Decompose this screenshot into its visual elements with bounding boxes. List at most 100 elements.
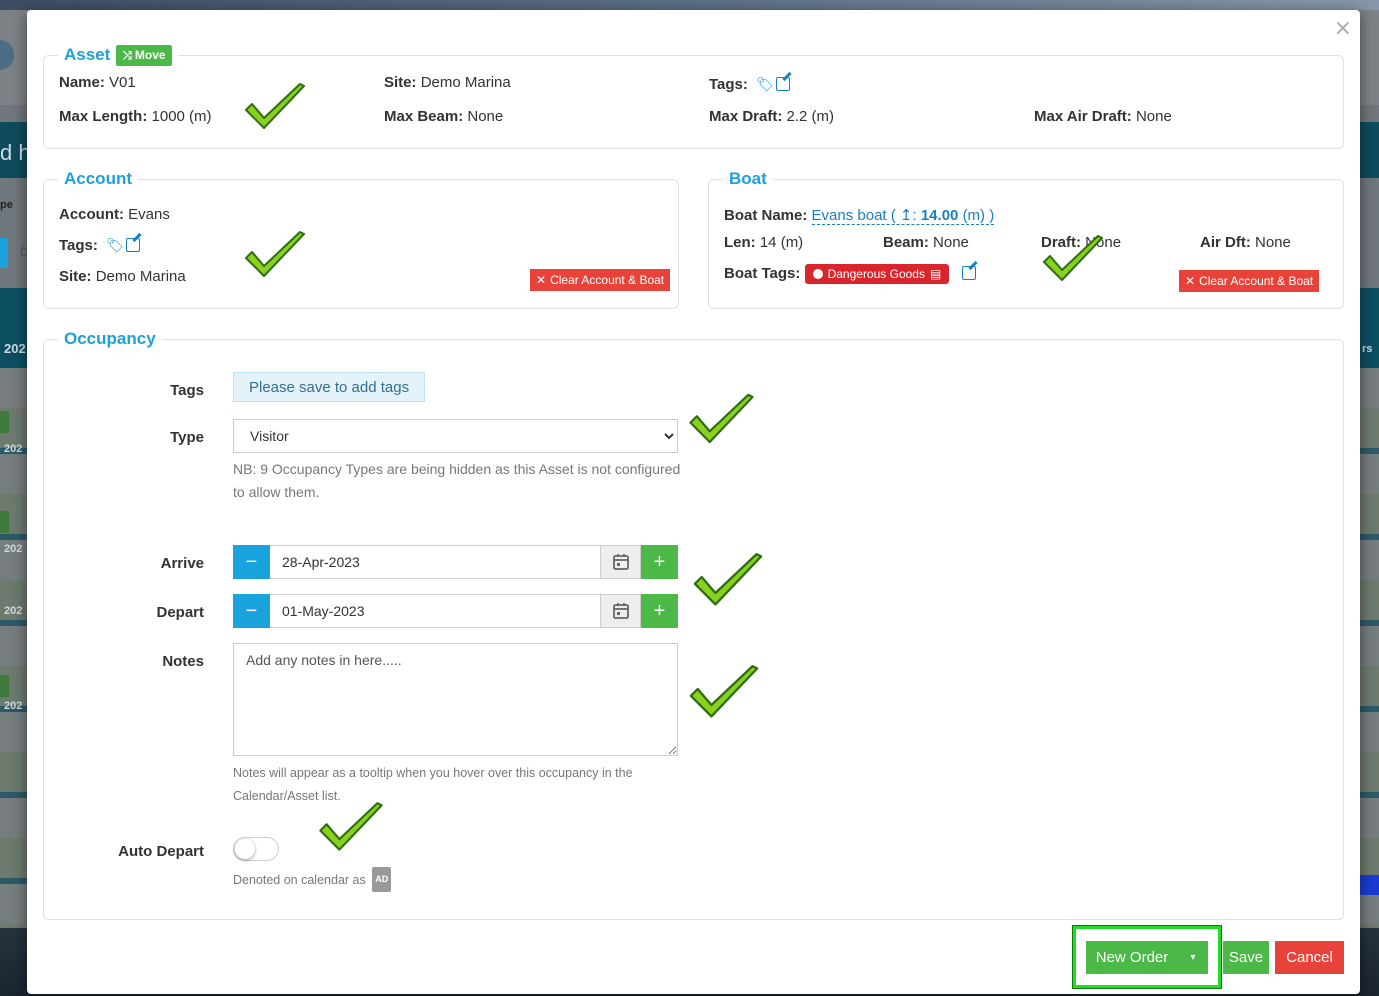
asset-site: Site: Demo Marina <box>384 74 511 91</box>
account-title: Account <box>64 169 132 188</box>
boat-len-value: 14 (m) <box>759 234 804 251</box>
account-panel: Account Account: Evans Tags: 🏷 Site: Dem… <box>43 167 679 309</box>
close-button[interactable]: × <box>1334 16 1352 41</box>
asset-title: Asset <box>64 45 111 64</box>
boat-beam-label: Beam: <box>883 234 929 251</box>
account-legend: Account <box>58 167 138 191</box>
type-select[interactable]: Visitor <box>233 419 678 453</box>
asset-max-length: Max Length: 1000 (m) <box>59 108 212 125</box>
boat-air-draft: Air Dft: None <box>1200 234 1291 251</box>
asset-max-beam: Max Beam: None <box>384 108 503 125</box>
tag-icon[interactable]: 🏷 <box>756 76 774 93</box>
auto-depart-toggle[interactable] <box>233 837 279 861</box>
background-blue-marker <box>1360 875 1379 895</box>
occupancy-modal: × Asset ⤨ Move Name: V01 Site: Demo Mari… <box>27 10 1360 994</box>
close-icon: ✕ <box>1185 274 1196 288</box>
asset-legend: Asset ⤨ Move <box>58 43 178 67</box>
auto-depart-help-text: Denoted on calendar as <box>233 873 366 887</box>
account-value: Evans <box>128 206 170 223</box>
clear-account-boat-label: Clear Account & Boat <box>550 273 665 287</box>
type-note: NB: 9 Occupancy Types are being hidden a… <box>233 461 681 500</box>
max-air-draft-value: None <box>1135 108 1172 125</box>
max-beam-value: None <box>467 108 504 125</box>
close-icon: ✕ <box>536 273 547 287</box>
account-label: Account: <box>59 206 124 223</box>
background-button-fragment <box>0 238 8 268</box>
save-button[interactable]: Save <box>1223 941 1269 974</box>
background-booking-marker <box>0 511 9 533</box>
cancel-button[interactable]: Cancel <box>1275 941 1344 974</box>
boat-name-value: Evans boat ( <box>811 207 896 224</box>
tag-icon[interactable]: 🏷 <box>106 237 124 254</box>
arrive-decrement-button[interactable]: − <box>233 545 270 579</box>
arrive-date-group: − + <box>233 545 678 579</box>
background-booking-marker <box>0 411 9 433</box>
boat-len-label: Len: <box>724 234 756 251</box>
boat-length-unit: (m) ) <box>962 207 995 224</box>
move-button[interactable]: ⤨ Move <box>116 44 172 66</box>
new-order-button[interactable]: New Order <box>1086 941 1178 974</box>
asset-name-value: V01 <box>109 74 136 91</box>
boat-air-draft-label: Air Dft: <box>1200 234 1251 251</box>
background-text-fragment: pe <box>0 199 13 211</box>
occupancy-title: Occupancy <box>64 329 156 348</box>
background-year-fragment: 202 <box>4 543 23 555</box>
document-icon: ▤ <box>929 267 942 281</box>
calendar-icon[interactable] <box>601 545 641 579</box>
depart-date-input[interactable] <box>270 594 601 628</box>
max-air-draft-label: Max Air Draft: <box>1034 108 1132 125</box>
boat-legend: Boat <box>723 167 773 191</box>
asset-tags-label: Tags: <box>709 76 748 93</box>
new-order-split-button: New Order ▾ <box>1086 941 1208 974</box>
max-draft-value: 2.2 (m) <box>786 108 835 125</box>
toggle-knob <box>235 839 255 859</box>
clear-account-boat-button[interactable]: ✕ Clear Account & Boat <box>1179 270 1320 292</box>
auto-depart-badge: AD <box>372 867 392 892</box>
boat-beam: Beam: None <box>883 234 969 251</box>
dangerous-goods-label: Dangerous Goods <box>827 267 925 281</box>
boat-draft-value: None <box>1085 234 1122 251</box>
depart-increment-button[interactable]: + <box>641 594 678 628</box>
account-site-value: Demo Marina <box>95 268 186 285</box>
arrive-date-input[interactable] <box>270 545 601 579</box>
length-arrow-icon: ↥ <box>899 207 913 224</box>
notes-help: Notes will appear as a tooltip when you … <box>233 766 633 803</box>
notes-textarea[interactable] <box>233 643 678 756</box>
background-booking-marker <box>0 675 9 697</box>
account-name: Account: Evans <box>59 206 170 223</box>
caret-down-icon[interactable]: ▾ <box>1178 941 1208 974</box>
asset-tags: Tags: 🏷 <box>709 76 790 93</box>
max-beam-label: Max Beam: <box>384 108 464 125</box>
clear-account-boat-button[interactable]: ✕ Clear Account & Boat <box>530 269 671 291</box>
asset-site-label: Site: <box>384 74 417 91</box>
boat-length-value: 14.00 <box>920 207 959 224</box>
depart-decrement-button[interactable]: − <box>233 594 270 628</box>
edit-icon[interactable] <box>775 77 790 91</box>
account-site-label: Site: <box>59 268 92 285</box>
boat-beam-value: None <box>933 234 969 251</box>
background-year-fragment: 202 <box>4 605 23 617</box>
boat-name-link[interactable]: Evans boat ( ↥: 14.00 (m) ) <box>811 207 995 225</box>
max-length-value: 1000 (m) <box>151 108 212 125</box>
tags-label: Tags <box>170 382 204 399</box>
boat-panel: Boat Boat Name: Evans boat ( ↥: 14.00 (m… <box>708 167 1344 309</box>
asset-name: Name: V01 <box>59 74 136 91</box>
occupancy-legend: Occupancy <box>58 327 162 351</box>
tags-placeholder: Please save to add tags <box>233 372 426 402</box>
hazard-icon <box>812 269 823 279</box>
account-site: Site: Demo Marina <box>59 268 186 285</box>
asset-max-air-draft: Max Air Draft: None <box>1034 108 1172 125</box>
boat-name: Boat Name: Evans boat ( ↥: 14.00 (m) ) <box>724 206 995 225</box>
arrive-increment-button[interactable]: + <box>641 545 678 579</box>
account-tags-label: Tags: <box>59 237 98 254</box>
edit-icon[interactable] <box>125 238 140 252</box>
calendar-icon[interactable] <box>601 594 641 628</box>
boat-air-draft-value: None <box>1255 234 1291 251</box>
edit-icon[interactable] <box>961 265 976 280</box>
background-title-fragment: d h <box>0 140 31 165</box>
shuffle-icon: ⤨ <box>122 47 132 62</box>
boat-draft: Draft: None <box>1041 234 1121 251</box>
move-label: Move <box>134 48 166 62</box>
dangerous-goods-tag[interactable]: Dangerous Goods ▤ <box>804 264 950 284</box>
asset-name-label: Name: <box>59 74 105 91</box>
